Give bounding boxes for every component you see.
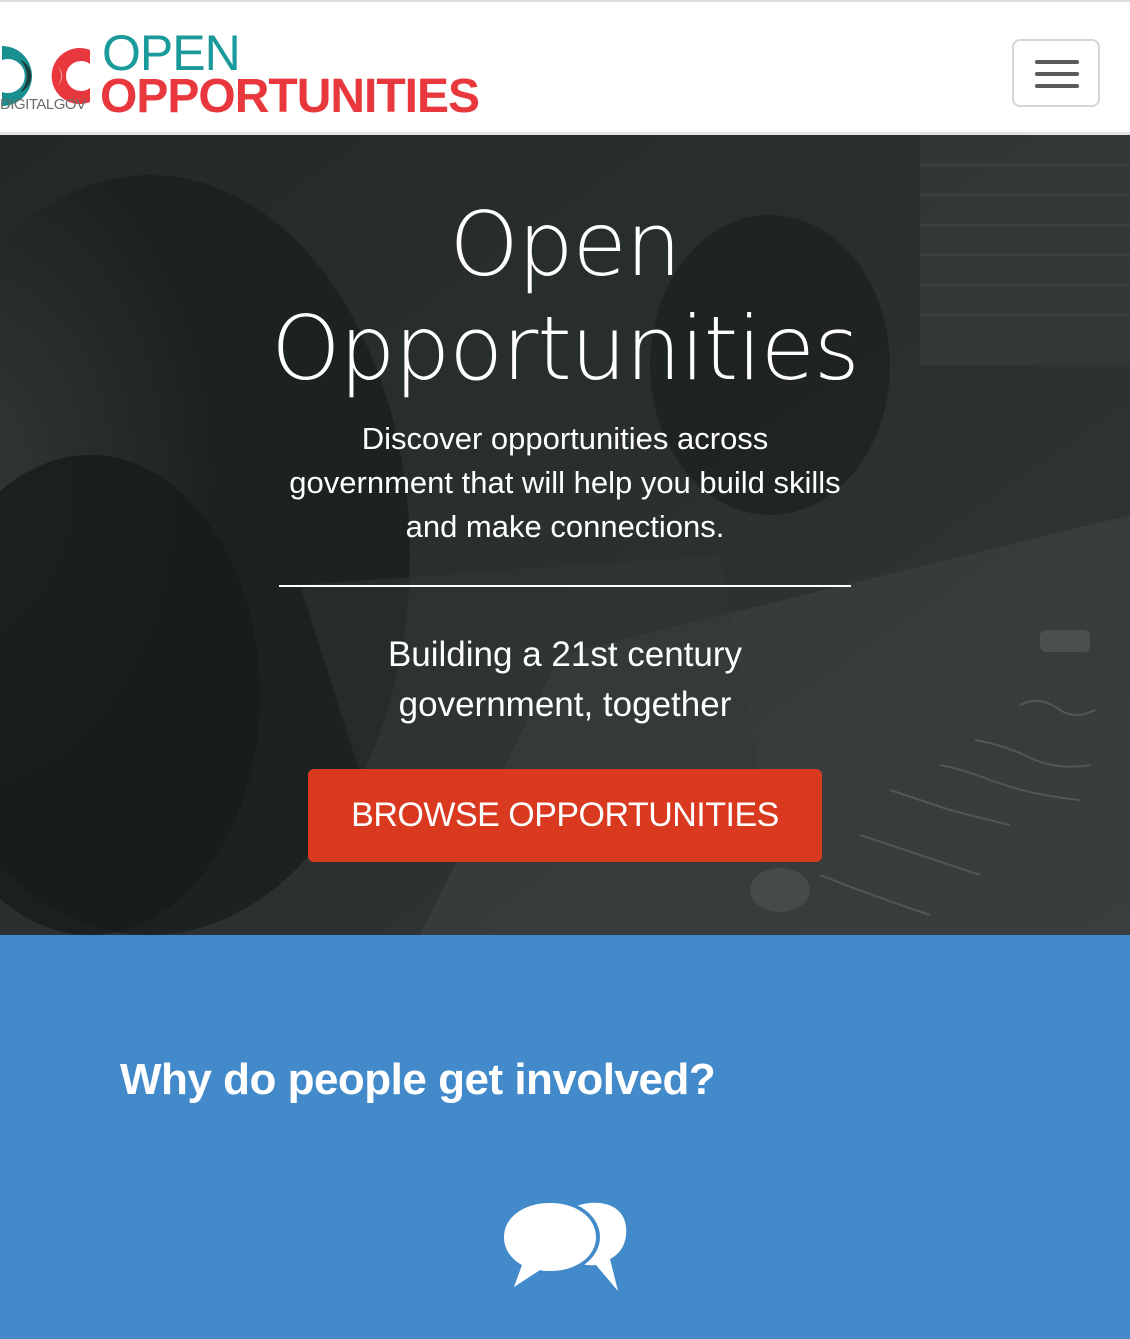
hero-subtitle: Discover opportunities across government…	[270, 417, 860, 549]
hero-subtitle-line2: government that will help you build skil…	[289, 465, 841, 500]
nav-toggle-button[interactable]	[1012, 39, 1100, 107]
browse-opportunities-button[interactable]: BROWSE OPPORTUNITIES	[308, 769, 822, 862]
why-section: Why do people get involved?	[0, 935, 1130, 1339]
brand-digitalgov-text: DIGITALGOV	[0, 96, 86, 113]
hero-title-line1: Open	[449, 193, 681, 296]
brand-opportunities-text: OPPORTUNITIES	[100, 70, 480, 123]
hero-title-line2: Opportunities	[271, 297, 859, 400]
hero-title: Open Opportunities	[0, 193, 1130, 401]
why-heading: Why do people get involved?	[120, 1055, 716, 1104]
hero-tagline-line1: Building a 21st century	[387, 635, 743, 674]
hero-subtitle-line1: Discover opportunities across	[361, 421, 769, 456]
hero-section: Open Opportunities Discover opportunitie…	[0, 135, 1130, 935]
chat-bubbles-icon	[500, 1199, 627, 1291]
navbar: DIGITALGOV OPEN OPPORTUNITIES	[0, 0, 1130, 135]
hero-tagline-line2: government, together	[398, 685, 732, 724]
hero-tagline: Building a 21st century government, toge…	[300, 630, 830, 730]
hero-divider	[279, 585, 851, 587]
hero-subtitle-line3: and make connections.	[405, 509, 725, 544]
page: DIGITALGOV OPEN OPPORTUNITIES Open Oppor…	[0, 0, 1130, 1339]
brand-logo-link[interactable]: DIGITALGOV OPEN OPPORTUNITIES	[0, 28, 505, 123]
